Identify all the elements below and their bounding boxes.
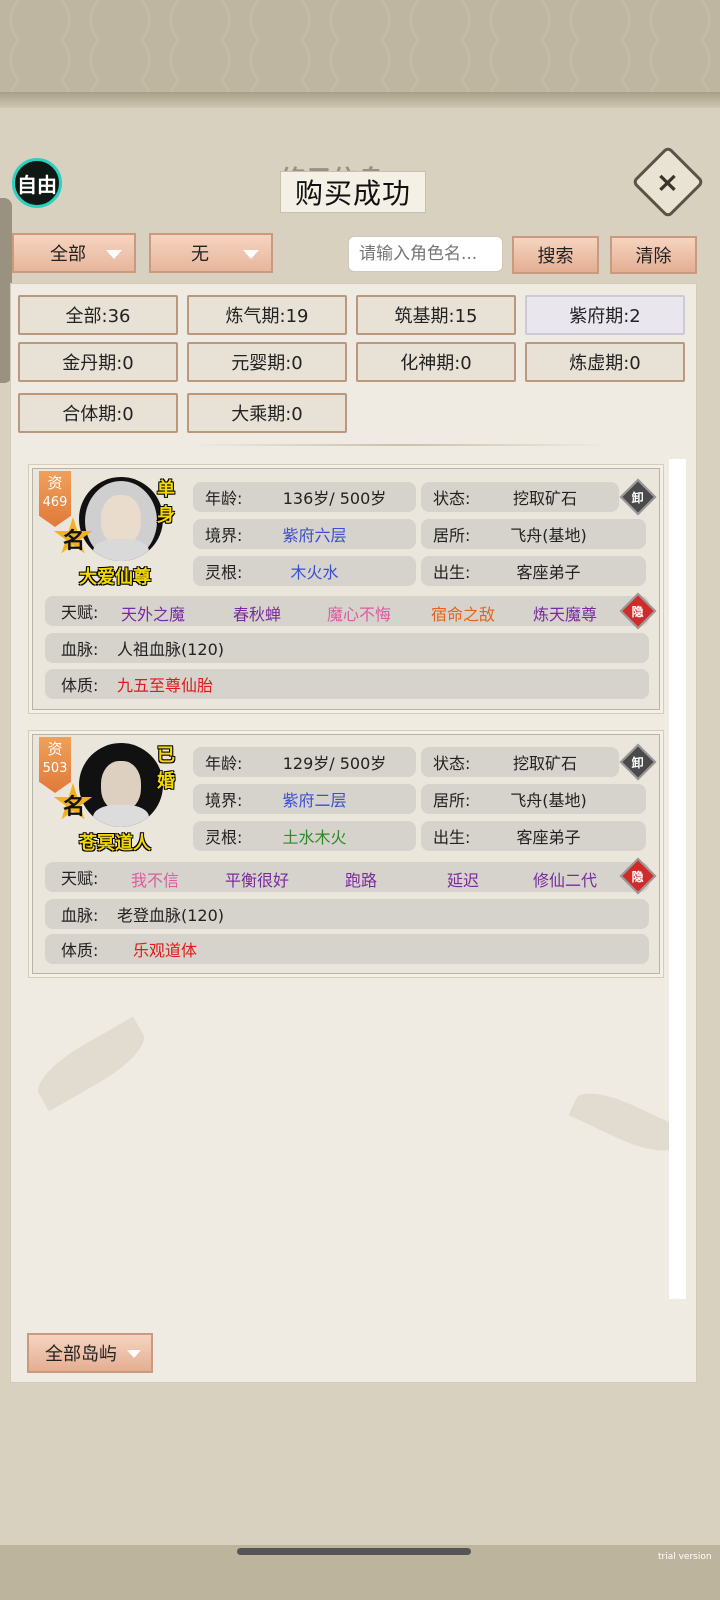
physique-value: 乐观道体	[133, 941, 198, 960]
purchase-success-toast: 购买成功	[280, 171, 426, 213]
bloodline-value: 老登血脉(120)	[117, 906, 225, 925]
talent-item[interactable]: 春秋蝉	[233, 601, 281, 625]
spirit-root-field: 灵根: 土水木火	[193, 821, 416, 851]
physique-row: 体质: 乐观道体	[45, 934, 649, 964]
bamboo-leaf-decoration	[29, 1016, 153, 1112]
talent-item[interactable]: 修仙二代	[533, 867, 597, 891]
talent-item[interactable]: 宿命之敌	[431, 601, 495, 625]
avatar-portrait	[79, 477, 163, 561]
portrait-robe	[93, 539, 149, 561]
panel-top-edge	[0, 92, 720, 108]
category-dropdown-value: 全部	[50, 244, 86, 265]
top-pattern-band	[0, 0, 720, 100]
marital-status: 已婚	[157, 745, 175, 792]
character-name-search-input[interactable]	[348, 236, 503, 272]
bloodline-value: 人祖血脉(120)	[117, 640, 225, 659]
status-field: 状态: 挖取矿石	[421, 482, 619, 512]
character-avatar[interactable]: 资 469 名 单身 大爱仙尊	[39, 471, 189, 591]
stage-filter-golden-core[interactable]: 金丹期:0	[18, 342, 178, 382]
attribute-dropdown-value: 无	[191, 244, 209, 265]
aptitude-value: 503	[42, 761, 68, 776]
physique-row: 体质: 九五至尊仙胎	[45, 669, 649, 699]
bloodline-row: 血脉: 老登血脉(120)	[45, 899, 649, 929]
residence-field: 居所: 飞舟(基地)	[421, 784, 646, 814]
search-button[interactable]: 搜索	[512, 236, 599, 274]
character-card[interactable]: 资 469 名 单身 大爱仙尊 年龄: 136岁/ 500岁 境界: 紫府六层 灵根:…	[28, 464, 664, 714]
fame-mark: 名	[63, 528, 86, 554]
stage-filter-mahayana[interactable]: 大乘期:0	[187, 393, 347, 433]
physique-value: 九五至尊仙胎	[117, 676, 214, 695]
portrait-face	[101, 761, 141, 811]
home-indicator[interactable]	[237, 1548, 471, 1555]
talent-item[interactable]: 跑路	[345, 867, 377, 891]
island-filter-value: 全部岛屿	[45, 1344, 117, 1365]
character-name: 苍冥道人	[79, 833, 151, 854]
realm-field: 境界: 紫府二层	[193, 784, 416, 814]
clear-button[interactable]: 清除	[610, 236, 697, 274]
close-icon: ×	[656, 165, 680, 199]
origin-field: 出生: 客座弟子	[421, 556, 646, 586]
stage-filter-spirit-transform[interactable]: 化神期:0	[356, 342, 516, 382]
origin-field: 出生: 客座弟子	[421, 821, 646, 851]
talent-item[interactable]: 天外之魔	[121, 601, 185, 625]
chevron-down-icon	[106, 250, 122, 259]
trial-watermark: trial version	[658, 1552, 712, 1562]
aptitude-badge: 资 469	[39, 471, 71, 527]
list-scrollbar[interactable]	[669, 459, 686, 1299]
talent-item[interactable]: 炼天魔尊	[533, 601, 597, 625]
character-avatar[interactable]: 资 503 名 已婚 苍冥道人	[39, 737, 189, 857]
portrait-robe	[93, 805, 149, 827]
portrait-face	[101, 495, 141, 545]
marital-status: 单身	[157, 479, 175, 526]
category-dropdown[interactable]: 全部	[12, 233, 136, 273]
realm-field: 境界: 紫府六层	[193, 519, 416, 549]
status-field: 状态: 挖取矿石	[421, 747, 619, 777]
unequip-button[interactable]: 卸	[619, 478, 657, 516]
age-field: 年龄: 136岁/ 500岁	[193, 482, 416, 512]
character-card[interactable]: 资 503 名 已婚 苍冥道人 年龄: 129岁/ 500岁 境界: 紫府二层 灵根:…	[28, 730, 664, 978]
aptitude-badge: 资 503	[39, 737, 71, 793]
talent-row: 天赋: 天外之魔 春秋蝉 魔心不悔 宿命之敌 炼天魔尊	[45, 596, 649, 626]
aptitude-value: 469	[42, 495, 68, 510]
chevron-down-icon	[243, 250, 259, 259]
bloodline-row: 血脉: 人祖血脉(120)	[45, 633, 649, 663]
section-divider	[190, 444, 610, 446]
talent-item[interactable]: 延迟	[447, 867, 479, 891]
bamboo-leaf-decoration	[568, 1082, 684, 1162]
stage-filter-purple-mansion[interactable]: 紫府期:2	[525, 295, 685, 335]
age-field: 年龄: 129岁/ 500岁	[193, 747, 416, 777]
spirit-root-field: 灵根: 木火水	[193, 556, 416, 586]
talent-item[interactable]: 平衡很好	[225, 867, 289, 891]
talent-item[interactable]: 魔心不悔	[327, 601, 391, 625]
character-name: 大爱仙尊	[79, 567, 151, 588]
free-mode-badge[interactable]: 自由	[12, 158, 62, 208]
chevron-down-icon	[127, 1350, 141, 1358]
avatar-portrait	[79, 743, 163, 827]
stage-filter-nascent-soul[interactable]: 元婴期:0	[187, 342, 347, 382]
talent-item[interactable]: 我不信	[131, 867, 179, 891]
attribute-dropdown[interactable]: 无	[149, 233, 273, 273]
island-filter-dropdown[interactable]: 全部岛屿	[27, 1333, 153, 1373]
residence-field: 居所: 飞舟(基地)	[421, 519, 646, 549]
stage-filter-all[interactable]: 全部:36	[18, 295, 178, 335]
stage-filter-qi-refining[interactable]: 炼气期:19	[187, 295, 347, 335]
unequip-button[interactable]: 卸	[619, 743, 657, 781]
stage-filter-foundation[interactable]: 筑基期:15	[356, 295, 516, 335]
stage-filter-void-refining[interactable]: 炼虚期:0	[525, 342, 685, 382]
talent-row: 天赋: 我不信 平衡很好 跑路 延迟 修仙二代	[45, 862, 649, 892]
fame-mark: 名	[63, 794, 86, 820]
stage-filter-integration[interactable]: 合体期:0	[18, 393, 178, 433]
